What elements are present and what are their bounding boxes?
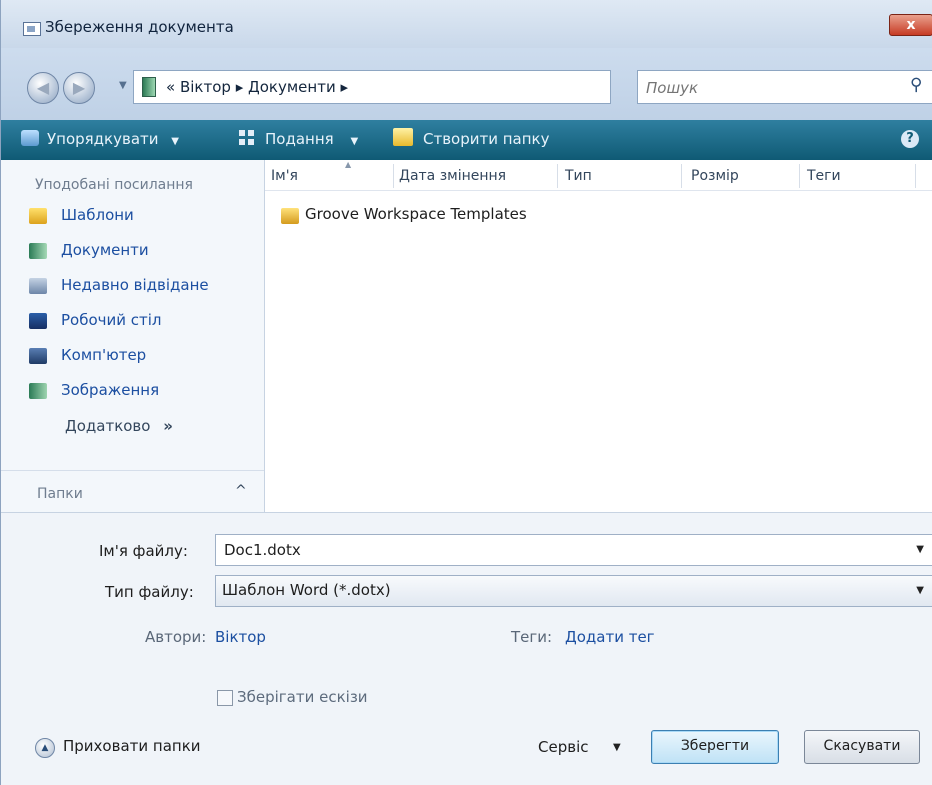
chevron-down-icon[interactable]: ▼ <box>916 544 924 555</box>
chevron-down-icon: ▼ <box>171 136 179 147</box>
column-type[interactable]: Тип <box>565 168 592 184</box>
favorite-label: Зображення <box>61 381 160 399</box>
recent-places-icon <box>29 278 47 294</box>
column-date-modified[interactable]: Дата змінення <box>399 168 506 184</box>
pictures-icon <box>29 383 47 399</box>
title-bar: Збереження документа x <box>1 0 932 48</box>
chevron-down-icon[interactable]: ▼ <box>916 585 924 596</box>
breadcrumb-separator[interactable]: ▸ <box>340 78 348 96</box>
filetype-label: Тип файлу: <box>105 583 194 601</box>
favorites-more-link[interactable]: Додатково » <box>65 417 173 435</box>
views-icon <box>239 130 255 146</box>
column-name[interactable]: Ім'я <box>271 168 298 184</box>
authors-label: Автори: <box>145 628 207 646</box>
address-bar[interactable]: « Віктор ▸ Документи ▸ ▼ ↮ <box>133 70 729 104</box>
favorite-label: Комп'ютер <box>61 346 147 364</box>
breadcrumb-item-documents[interactable]: Документи <box>248 78 336 96</box>
desktop-icon <box>29 313 47 329</box>
templates-folder-icon <box>29 208 47 224</box>
column-tags[interactable]: Теги <box>807 168 841 184</box>
column-divider[interactable] <box>799 164 800 188</box>
window-title: Збереження документа <box>45 18 234 36</box>
favorite-label: Робочий стіл <box>61 311 162 329</box>
new-folder-button[interactable]: Створити папку <box>423 130 550 148</box>
cancel-button[interactable]: Скасувати <box>804 730 920 764</box>
save-button[interactable]: Зберегти <box>651 730 779 764</box>
recent-pages-dropdown[interactable]: ▼ <box>119 80 127 91</box>
command-bar: Упорядкувати ▼ Подання ▼ Створити папку … <box>1 120 932 160</box>
window-icon <box>23 22 41 36</box>
organize-label: Упорядкувати <box>47 130 159 148</box>
tags-label: Теги: <box>511 628 553 646</box>
column-size[interactable]: Розмір <box>691 168 739 184</box>
column-divider[interactable] <box>393 164 394 188</box>
back-button[interactable]: ◀ <box>27 72 59 104</box>
favorite-links-header: Уподобані посилання <box>35 177 193 193</box>
list-item-name: Groove Workspace Templates <box>305 205 527 223</box>
favorite-label: Шаблони <box>61 206 134 224</box>
help-icon[interactable]: ? <box>901 130 919 148</box>
folders-toggle[interactable]: Папки ^ <box>1 470 264 511</box>
double-chevron-right-icon: » <box>163 417 173 435</box>
breadcrumb-item-viktor[interactable]: Віктор <box>180 78 231 96</box>
favorite-label: Недавно відвідане <box>61 276 209 294</box>
organize-button[interactable]: Упорядкувати ▼ <box>47 130 179 148</box>
column-header-row: ▲ Ім'я Дата змінення Тип Розмір Теги <box>265 160 932 191</box>
sort-ascending-icon: ▲ <box>345 160 352 169</box>
filetype-select[interactable]: Шаблон Word (*.dotx) ▼ <box>215 575 932 607</box>
tools-menu-button[interactable]: Сервіс <box>538 738 588 756</box>
tags-value[interactable]: Додати тег <box>565 628 655 646</box>
search-icon[interactable]: ⚲ <box>910 75 922 95</box>
chevron-down-icon[interactable]: ▼ <box>613 742 621 753</box>
chevron-up-icon[interactable]: ▲ <box>35 738 55 758</box>
views-button[interactable]: Подання ▼ <box>265 130 358 148</box>
breadcrumb-overflow[interactable]: « <box>166 78 175 96</box>
breadcrumb: « Віктор ▸ Документи ▸ <box>166 78 348 96</box>
search-box[interactable]: ⚲ <box>637 70 932 104</box>
save-thumbnail-checkbox[interactable] <box>217 690 233 706</box>
navigation-pane: Уподобані посилання Шаблони Документи Не… <box>1 160 265 512</box>
computer-icon <box>29 348 47 364</box>
folder-icon <box>281 208 299 224</box>
column-divider[interactable] <box>681 164 682 188</box>
favorite-label: Документи <box>61 241 149 259</box>
file-list: ▲ Ім'я Дата змінення Тип Розмір Теги Gro… <box>265 160 932 512</box>
filename-field[interactable]: ▼ <box>215 534 932 566</box>
views-label: Подання <box>265 130 334 148</box>
forward-button[interactable]: ▶ <box>63 72 95 104</box>
new-folder-icon <box>393 128 413 146</box>
close-button[interactable]: x <box>889 14 932 36</box>
authors-value[interactable]: Віктор <box>215 628 266 646</box>
hide-folders-button[interactable]: Приховати папки <box>63 737 201 755</box>
filename-input[interactable] <box>222 540 826 560</box>
favorites-more-label: Додатково <box>65 417 151 435</box>
breadcrumb-separator[interactable]: ▸ <box>236 78 244 96</box>
save-thumbnail-label[interactable]: Зберігати ескізи <box>237 688 368 706</box>
documents-icon <box>29 243 47 259</box>
chevron-up-icon: ^ <box>235 483 247 499</box>
filetype-value: Шаблон Word (*.dotx) <box>222 581 391 599</box>
organize-icon <box>21 130 39 146</box>
column-divider[interactable] <box>557 164 558 188</box>
chevron-down-icon: ▼ <box>350 136 359 147</box>
folders-label: Папки <box>37 486 83 502</box>
save-dialog: Збереження документа x ◀ ▶ ▼ « Віктор ▸ … <box>0 0 932 785</box>
search-input[interactable] <box>644 78 898 98</box>
column-divider[interactable] <box>915 164 916 188</box>
documents-location-icon <box>142 77 156 97</box>
filename-label: Ім'я файлу: <box>99 542 188 560</box>
